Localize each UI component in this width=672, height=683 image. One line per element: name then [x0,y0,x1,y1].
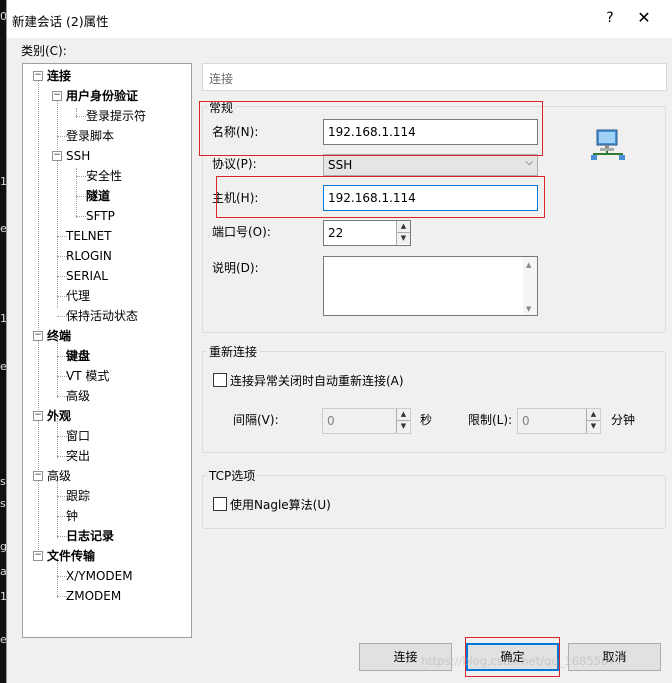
nagle-label: 使用Nagle算法(U) [230,498,331,512]
highlight-box-name [199,101,543,156]
limit-unit: 分钟 [611,413,636,427]
category-tree[interactable]: − 连接 − 用户身份验证 登录提示符 登录脚本 − SSH 安全性 隧道 SF… [22,63,192,638]
nagle-checkbox[interactable] [213,497,227,511]
spin-down-icon[interactable]: ▼ [397,421,410,432]
collapse-toggle[interactable]: − [33,331,43,341]
protocol-label: 协议(P): [212,157,257,171]
tree-item-trace[interactable]: 跟踪 [66,487,90,505]
tree-line [57,478,58,538]
collapse-toggle[interactable]: − [52,91,62,101]
tree-line [57,338,58,398]
tree-item-telnet[interactable]: TELNET [66,227,112,245]
spin-down-icon[interactable]: ▼ [397,233,410,244]
tree-line [76,216,86,217]
highlight-box-host [216,176,545,218]
limit-stepper[interactable]: ▲ ▼ [517,408,601,434]
spin-up-icon[interactable]: ▲ [397,221,410,233]
tree-item-advanced[interactable]: 高级 [66,387,90,405]
reconnect-group-title: 重新连接 [207,343,260,360]
tree-item-auth[interactable]: 用户身份验证 [66,87,138,105]
tree-item-connection[interactable]: 连接 [47,67,71,85]
tree-item-advanced-root[interactable]: 高级 [47,467,71,485]
tree-item-window[interactable]: 窗口 [66,427,90,445]
collapse-toggle[interactable]: − [52,151,62,161]
collapse-toggle[interactable]: − [33,551,43,561]
limit-spin-arrows[interactable]: ▲ ▼ [586,409,600,433]
tree-line [38,78,39,556]
desc-scrollbar[interactable]: ▲ ▼ [523,257,537,315]
tree-item-login-prompt[interactable]: 登录提示符 [86,107,146,125]
tree-line [76,196,86,197]
interval-unit: 秒 [420,413,433,427]
watermark: https://blog.csdn.net/qq_16855077 [421,654,623,668]
tree-item-vt-mode[interactable]: VT 模式 [66,367,109,385]
collapse-toggle[interactable]: − [33,71,43,81]
interval-spin-arrows[interactable]: ▲ ▼ [396,409,410,433]
close-button[interactable]: ✕ [629,8,659,28]
scroll-up-icon[interactable]: ▲ [526,261,531,269]
tree-item-tunnel[interactable]: 隧道 [86,187,110,205]
protocol-value: SSH [328,158,353,172]
tree-item-sftp[interactable]: SFTP [86,207,115,225]
tree-item-keyboard[interactable]: 键盘 [66,347,90,365]
spin-up-icon[interactable]: ▲ [397,409,410,421]
spin-down-icon[interactable]: ▼ [587,421,600,432]
tree-item-appearance[interactable]: 外观 [47,407,71,425]
tree-item-logging[interactable]: 日志记录 [66,527,114,545]
properties-dialog: 新建会话 (2)属性 ? ✕ 类别(C): − 连接 − 用户身份验证 登录提示… [6,0,672,683]
port-stepper[interactable]: ▲ ▼ [323,220,411,246]
auto-reconnect-label: 连接异常关闭时自动重新连接(A) [230,374,404,388]
chevron-down-icon: ⌵ [525,157,533,168]
protocol-select[interactable]: SSH ⌵ [323,154,538,176]
network-computer-icon [591,129,625,160]
limit-label: 限制(L): [468,413,513,427]
category-label: 类别(C): [21,44,67,58]
tcp-group-title: TCP选项 [207,467,258,484]
tree-item-zmodem[interactable]: ZMODEM [66,587,121,605]
tree-item-rlogin[interactable]: RLOGIN [66,247,112,265]
collapse-toggle[interactable]: − [33,411,43,421]
port-input[interactable] [324,221,396,245]
tree-item-terminal[interactable]: 终端 [47,327,71,345]
interval-stepper[interactable]: ▲ ▼ [322,408,411,434]
collapse-toggle[interactable]: − [33,471,43,481]
breadcrumb: 连接 [202,63,667,91]
tree-item-ssh[interactable]: SSH [66,147,90,165]
tree-item-highlight[interactable]: 突出 [66,447,90,465]
title-bar[interactable]: 新建会话 (2)属性 ? ✕ [7,0,672,38]
tree-item-proxy[interactable]: 代理 [66,287,90,305]
tree-item-bell[interactable]: 钟 [66,507,78,525]
auto-reconnect-checkbox[interactable] [213,373,227,387]
port-label: 端口号(O): [212,225,271,239]
tree-item-file-transfer[interactable]: 文件传输 [47,547,95,565]
tree-item-keepalive[interactable]: 保持活动状态 [66,307,138,325]
help-button[interactable]: ? [600,8,620,28]
breadcrumb-text: 连接 [209,72,234,86]
scroll-down-icon[interactable]: ▼ [526,305,531,313]
tree-line [76,116,86,117]
tree-line [76,176,86,177]
tree-item-login-script[interactable]: 登录脚本 [66,127,114,145]
tree-item-serial[interactable]: SERIAL [66,267,108,285]
tree-item-xymodem[interactable]: X/YMODEM [66,567,133,585]
reconnect-group [202,351,666,453]
interval-input[interactable] [323,409,396,433]
desc-label: 说明(D): [212,261,259,275]
port-spin-arrows[interactable]: ▲ ▼ [396,221,410,245]
interval-label: 间隔(V): [233,413,279,427]
tree-item-security[interactable]: 安全性 [86,167,122,185]
spin-up-icon[interactable]: ▲ [587,409,600,421]
desc-textarea[interactable]: ▲ ▼ [323,256,538,316]
limit-input[interactable] [518,409,586,433]
window-title: 新建会话 (2)属性 [12,14,109,29]
